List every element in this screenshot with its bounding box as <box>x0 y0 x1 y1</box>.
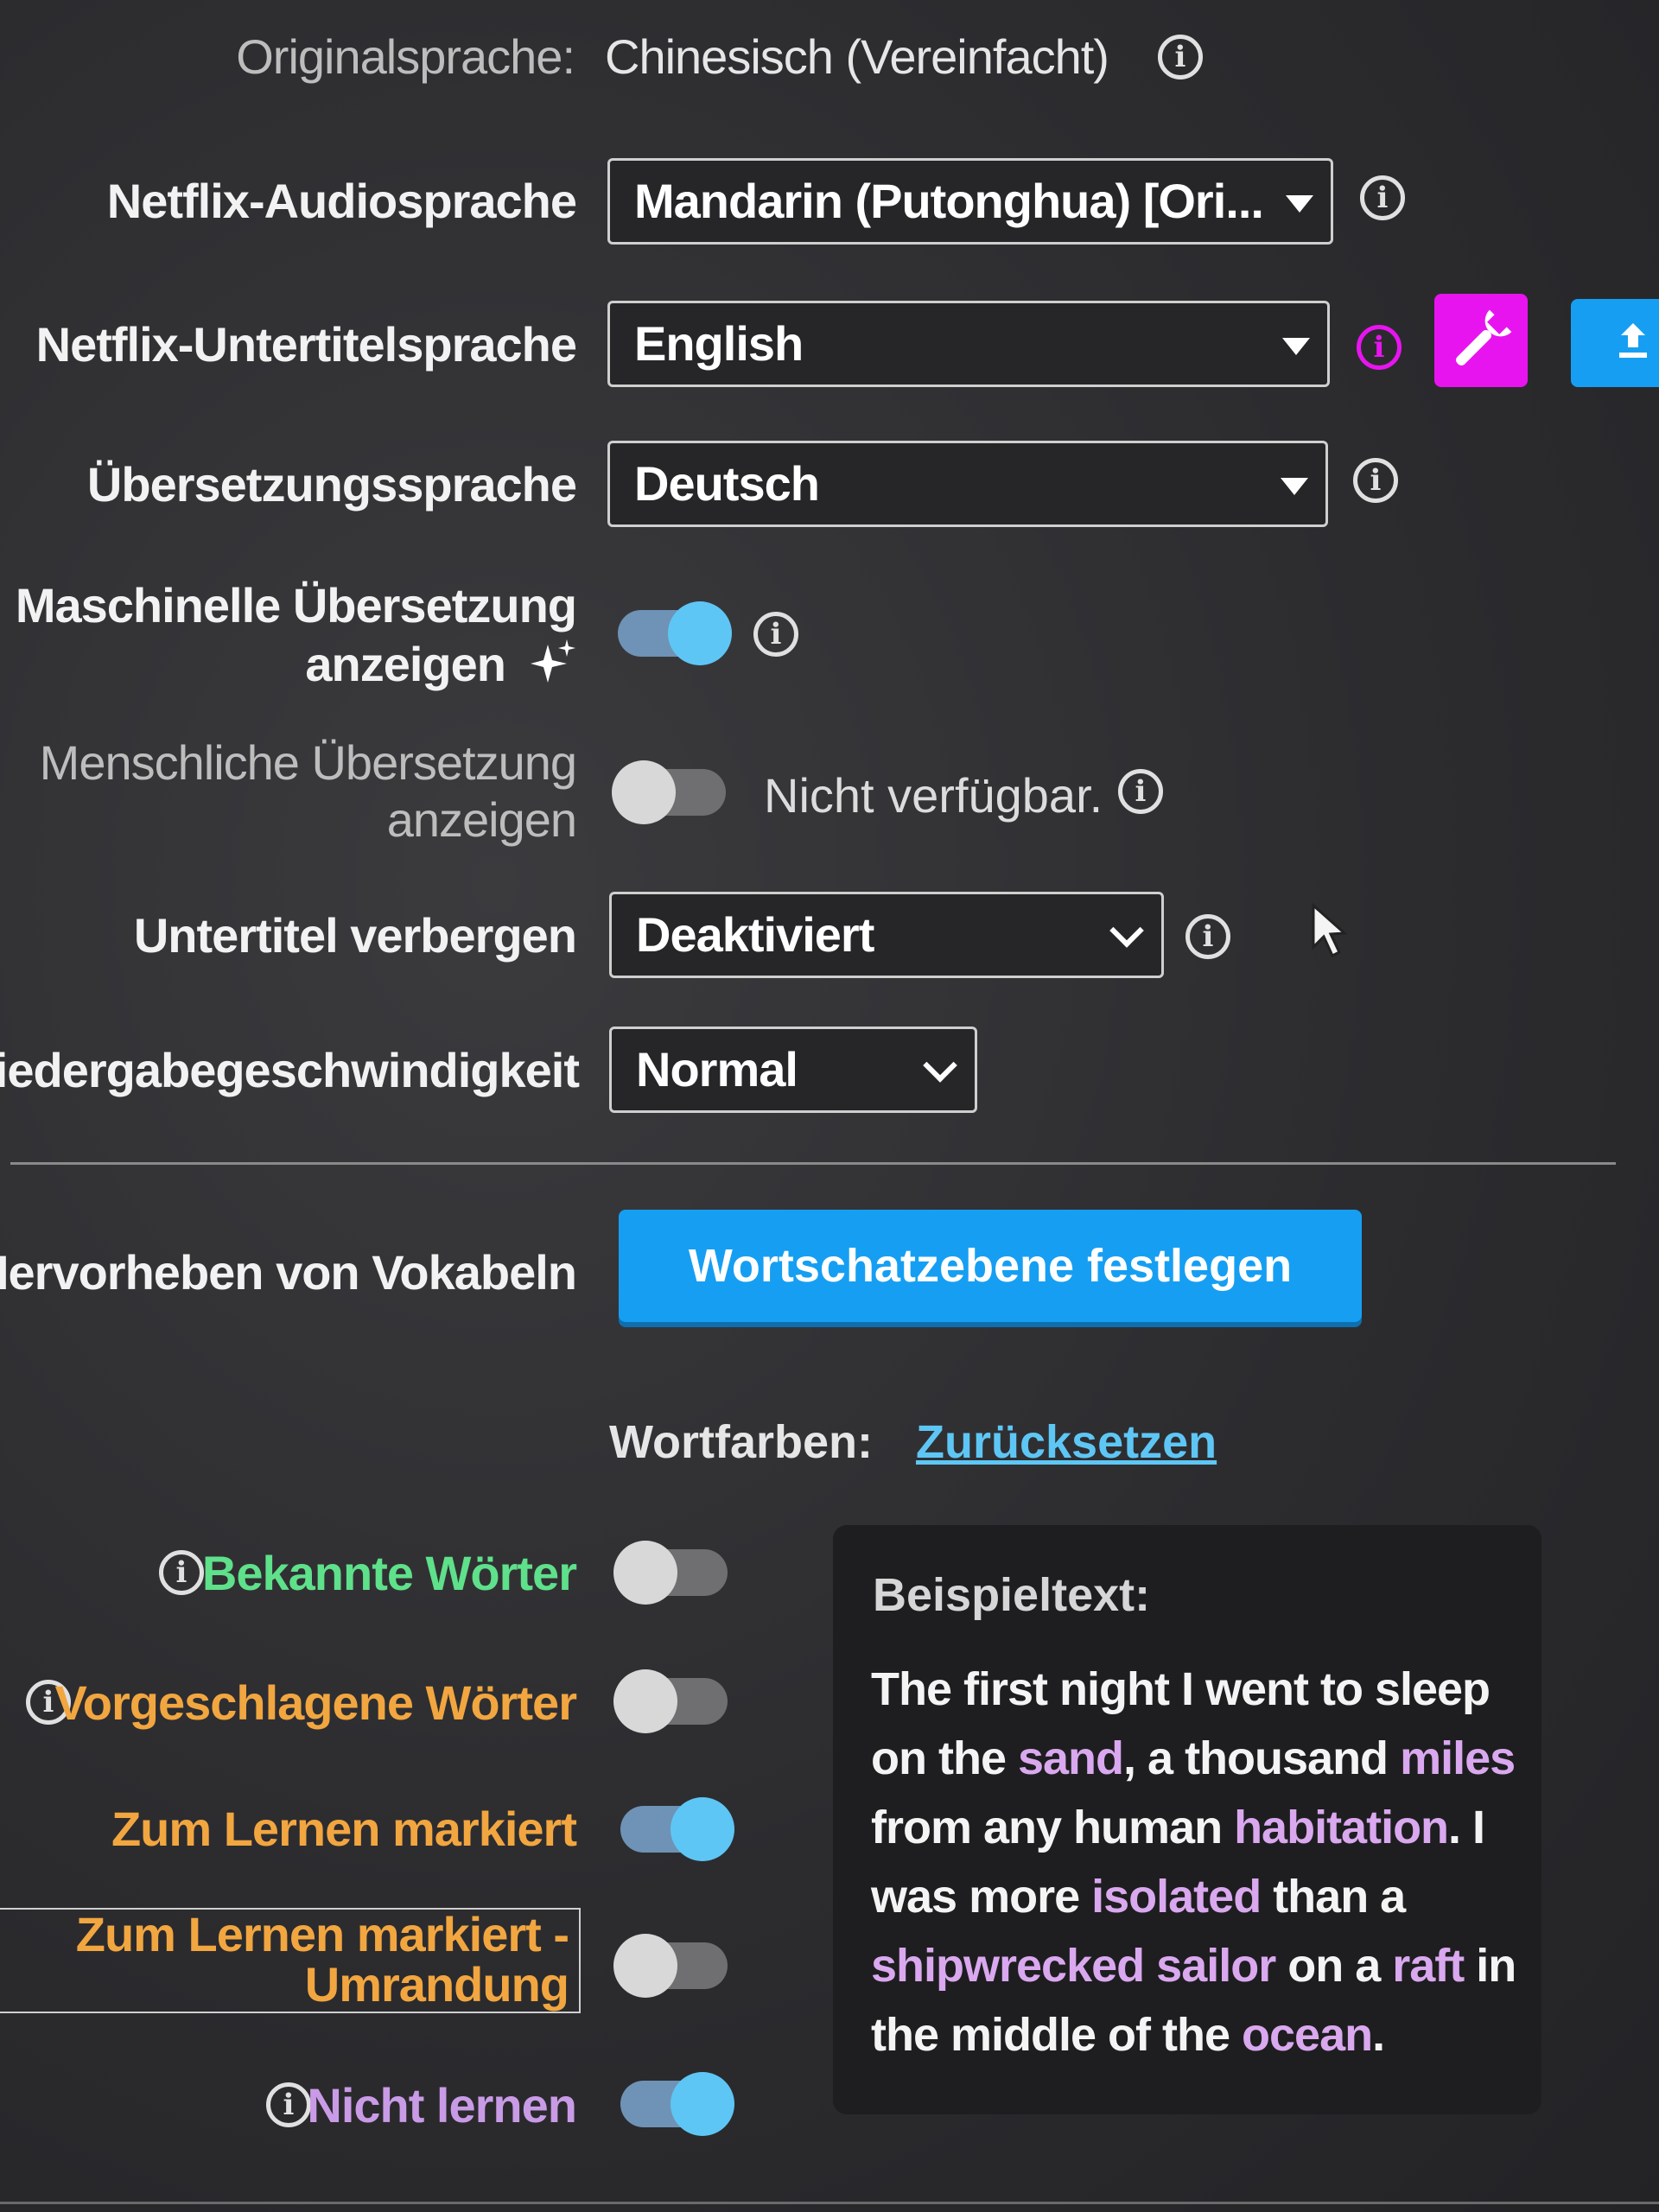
marked-words-label: Zum Lernen markiert <box>111 1802 577 1856</box>
highlighted-word: ocean <box>1242 2009 1373 2061</box>
upload-button[interactable] <box>1571 299 1659 387</box>
highlighted-word: isolated <box>1091 1871 1262 1923</box>
suggested-words-label: Vorgeschlagene Wörter <box>54 1675 577 1730</box>
highlighted-word: shipwrecked <box>871 1940 1145 1992</box>
highlighted-word: miles <box>1400 1732 1516 1784</box>
machine-translation-label-line1: Maschinelle Übersetzung <box>15 578 577 632</box>
human-translation-status: Nicht verfügbar. <box>764 768 1103 823</box>
highlighted-word: sailor <box>1156 1940 1276 1992</box>
highlighted-word: raft <box>1392 1940 1465 1992</box>
marked-outline-label-line2: Umrandung <box>304 1957 569 2012</box>
sample-text: The first night I went to sleep on the s… <box>871 1655 1528 2069</box>
chevron-down-icon <box>923 1048 957 1083</box>
subtitle-language-value: English <box>634 316 804 371</box>
info-icon[interactable]: i <box>1360 175 1405 220</box>
subtitle-language-label: Netflix-Untertitelsprache <box>35 317 577 372</box>
known-words-toggle[interactable] <box>613 1541 728 1605</box>
info-icon[interactable]: i <box>753 612 798 657</box>
sample-line: shipwrecked sailor on a raft in <box>871 1940 1516 1992</box>
original-language-value: Chinesisch (Vereinfacht) <box>605 29 1109 84</box>
info-icon[interactable]: i <box>1353 458 1398 503</box>
toggle-knob <box>613 1541 677 1605</box>
vocab-highlight-label: Hervorheben von Vokabeln <box>0 1245 577 1300</box>
playback-speed-value: Normal <box>636 1042 798 1096</box>
caret-down-icon <box>1282 338 1310 355</box>
sample-title: Beispieltext: <box>873 1569 1151 1621</box>
machine-translation-toggle[interactable] <box>618 601 732 665</box>
sample-line: was more isolated than a <box>871 1871 1406 1923</box>
translation-language-select[interactable]: Deutsch <box>607 441 1328 527</box>
sample-line: The first night I went to sleep <box>871 1663 1491 1715</box>
toggle-knob <box>671 2072 734 2136</box>
upload-icon <box>1619 323 1647 358</box>
set-vocab-level-button[interactable]: Wortschatzebene festlegen <box>619 1210 1362 1322</box>
audio-language-select[interactable]: Mandarin (Putonghua) [Ori... <box>607 158 1333 245</box>
chevron-down-icon <box>1109 913 1144 948</box>
original-language-label: Originalsprache: <box>236 29 575 84</box>
translation-language-value: Deutsch <box>634 456 820 511</box>
sample-line: from any human habitation. I <box>871 1802 1485 1853</box>
machine-translation-label-line2: anzeigen <box>305 637 506 691</box>
human-translation-toggle[interactable] <box>612 760 726 824</box>
sample-text-panel: Beispieltext: The first night I went to … <box>833 1525 1541 2114</box>
info-icon[interactable]: i <box>159 1550 204 1595</box>
subtitle-language-select[interactable]: English <box>607 301 1330 387</box>
section-divider <box>10 1162 1616 1165</box>
marked-outline-toggle[interactable] <box>613 1934 728 1998</box>
suggested-words-toggle[interactable] <box>613 1669 728 1733</box>
hide-subtitles-value: Deaktiviert <box>636 907 874 962</box>
bottom-divider <box>0 2202 1659 2204</box>
sample-line: the middle of the ocean. <box>871 2009 1385 2061</box>
word-colors-label: Wortfarben: <box>609 1416 873 1468</box>
mouse-cursor-icon <box>1312 902 1348 958</box>
info-icon[interactable]: i <box>1185 914 1230 959</box>
highlighted-word: sand <box>1017 1732 1124 1784</box>
audio-language-label: Netflix-Audiosprache <box>106 174 577 228</box>
toggle-knob <box>671 1797 734 1861</box>
translation-language-label: Übersetzungssprache <box>86 457 577 512</box>
audio-language-value: Mandarin (Putonghua) [Ori... <box>634 174 1264 228</box>
toggle-knob <box>668 601 732 665</box>
caret-down-icon <box>1286 195 1313 213</box>
sparkle-icon <box>531 639 575 683</box>
info-icon[interactable]: i <box>266 2082 311 2127</box>
playback-speed-select[interactable]: Normal <box>609 1027 977 1113</box>
marked-words-toggle[interactable] <box>620 1797 734 1861</box>
known-words-label: Bekannte Wörter <box>201 1546 577 1600</box>
info-icon[interactable]: i <box>1118 769 1163 814</box>
toggle-knob <box>613 1934 677 1998</box>
marked-outline-label-line1: Zum Lernen markiert - <box>75 1907 569 1961</box>
info-icon[interactable]: i <box>1357 325 1402 370</box>
caret-down-icon <box>1281 478 1308 495</box>
toggle-knob <box>613 1669 677 1733</box>
info-icon[interactable]: i <box>1158 35 1203 79</box>
not-learn-label: Nicht lernen <box>307 2078 577 2133</box>
human-translation-label-line1: Menschliche Übersetzung <box>39 735 577 790</box>
hide-subtitles-label: Untertitel verbergen <box>133 908 577 963</box>
highlighted-word: habitation <box>1234 1802 1449 1853</box>
hide-subtitles-select[interactable]: Deaktiviert <box>609 892 1164 978</box>
wrench-button[interactable] <box>1434 294 1528 387</box>
wrench-icon <box>1455 309 1512 366</box>
human-translation-label-line2: anzeigen <box>386 792 577 847</box>
reset-link[interactable]: Zurücksetzen <box>916 1414 1217 1471</box>
not-learn-toggle[interactable] <box>620 2072 734 2136</box>
playback-speed-label: Wiedergabegeschwindigkeit <box>0 1043 580 1097</box>
toggle-knob <box>612 760 676 824</box>
sample-line: on the sand, a thousand miles <box>871 1732 1516 1784</box>
